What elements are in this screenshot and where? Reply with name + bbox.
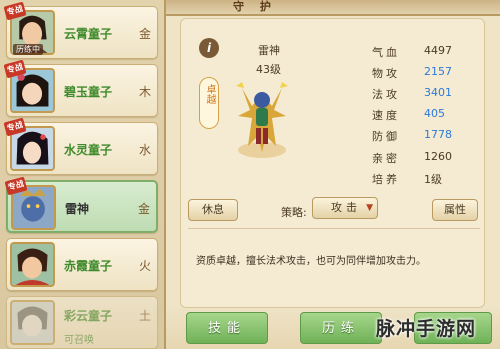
- stat-value: 4497: [424, 44, 452, 57]
- tab-skills[interactable]: 技能: [186, 312, 268, 344]
- stat-value: 2157: [424, 65, 452, 78]
- hero-list-item-biyu[interactable]: 专战 碧玉童子 木: [3, 59, 158, 117]
- pet-name: 雷神: [258, 44, 280, 57]
- stat-label: 物攻: [372, 67, 400, 80]
- hero-element: 金: [137, 202, 150, 216]
- hero-list-panel: 专战 历练中 云霄童子 金 专战 碧玉童子 木 专战 水灵童子 水 专战 雷神 …: [0, 0, 166, 349]
- stat-label: 气血: [372, 46, 400, 59]
- hero-name: 雷神: [65, 202, 90, 216]
- stat-row-defense: 防御 1778: [372, 128, 482, 146]
- quality-label: 卓越: [204, 84, 215, 104]
- stat-label: 速度: [372, 109, 400, 122]
- hero-list-item-leishen[interactable]: 专战 雷神 金: [4, 176, 158, 233]
- hero-element: 木: [138, 85, 151, 99]
- stat-label: 防御: [372, 130, 400, 143]
- strategy-value: 攻击: [331, 201, 361, 214]
- pet-level: 43级: [256, 63, 281, 76]
- hero-name: 彩云童子: [64, 309, 113, 323]
- page-title: 守 护: [233, 0, 277, 13]
- stat-value: 1级: [424, 173, 442, 186]
- stat-label: 亲密: [372, 152, 400, 165]
- stat-label: 法攻: [372, 88, 400, 101]
- stat-row-hp: 气血 4497: [372, 44, 482, 62]
- stat-value: 405: [424, 107, 445, 120]
- hero-element: 土: [138, 309, 151, 323]
- stat-row-phys-atk: 物攻 2157: [372, 65, 482, 83]
- stat-value: 1778: [424, 128, 452, 141]
- hero-portrait: [10, 242, 55, 287]
- summonable-label: 可召唤: [64, 335, 94, 346]
- rest-button[interactable]: 休息: [188, 199, 238, 221]
- hero-element: 火: [138, 259, 151, 273]
- pet-description: 资质卓越，擅长法术攻击，也可为同伴增加攻击力。: [196, 256, 426, 267]
- hero-list-item-caiyun[interactable]: 彩云童子 土 可召唤: [6, 296, 158, 349]
- pet-model-image: [222, 76, 302, 161]
- stat-row-speed: 速度 405: [372, 107, 482, 125]
- stat-label: 培养: [372, 173, 400, 186]
- strategy-label: 策略:: [281, 206, 307, 219]
- window-top-frame: [166, 0, 500, 16]
- hero-portrait: [10, 300, 55, 345]
- divider: [188, 228, 480, 229]
- watermark-text: 脉冲手游网: [376, 318, 477, 340]
- tab-training[interactable]: 历练: [300, 312, 382, 344]
- quality-tag: 卓越: [199, 77, 219, 129]
- hero-element: 水: [138, 143, 151, 157]
- edit-name-icon[interactable]: i: [199, 38, 219, 58]
- stat-value: 1260: [424, 150, 452, 163]
- training-tag: 历练中: [13, 44, 43, 55]
- stat-value: 3401: [424, 86, 452, 99]
- caret-down-icon: ▼: [366, 203, 373, 213]
- hero-list-item-shuiling[interactable]: 专战 水灵童子 水: [3, 117, 158, 175]
- hero-name: 碧玉童子: [64, 85, 113, 99]
- hero-list-item-yunxiao[interactable]: 专战 历练中 云霄童子 金: [3, 1, 158, 59]
- hero-name: 赤霞童子: [64, 259, 113, 273]
- stat-row-intimacy: 亲密 1260: [372, 150, 482, 168]
- hero-list-item-chixia[interactable]: 赤霞童子 火: [6, 238, 158, 291]
- stat-row-magic-atk: 法攻 3401: [372, 86, 482, 104]
- strategy-dropdown[interactable]: 攻击 ▼: [312, 197, 378, 219]
- stat-row-cultivation: 培养 1级: [372, 171, 482, 189]
- hero-name: 水灵童子: [64, 143, 113, 157]
- hero-name: 云霄童子: [64, 27, 113, 41]
- attributes-button[interactable]: 属性: [432, 199, 478, 221]
- hero-element: 金: [138, 27, 151, 41]
